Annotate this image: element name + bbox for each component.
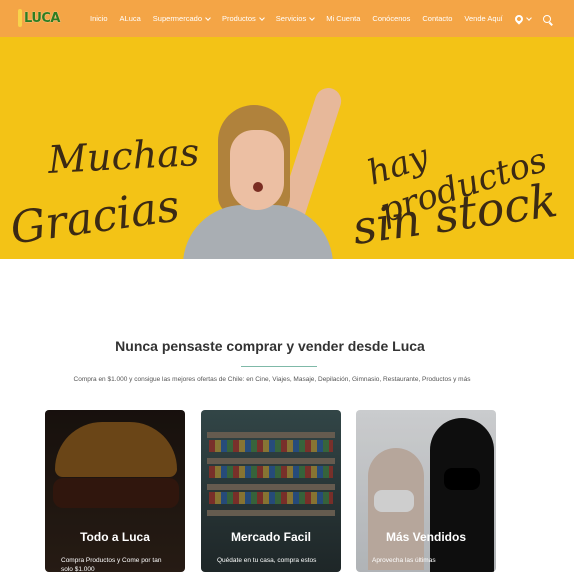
location-menu[interactable] xyxy=(513,12,532,25)
menu-item-servicios[interactable]: Servicios xyxy=(276,14,316,23)
top-navigation: LUCA Inicio ALuca Supermercado Productos… xyxy=(0,0,574,37)
chevron-down-icon xyxy=(205,14,211,21)
hero-banner: Muchas Gracias hay productos sin stock xyxy=(0,37,574,259)
menu-item-contacto[interactable]: Contacto xyxy=(422,14,452,23)
main-menu: Inicio ALuca Supermercado Productos Serv… xyxy=(90,0,563,37)
search-button[interactable] xyxy=(542,14,551,23)
menu-item-vende-aqui[interactable]: Vende Aquí xyxy=(464,14,502,23)
hero-woman-image xyxy=(178,84,348,259)
logo-text: LUCA xyxy=(24,10,60,26)
card-title: Todo a Luca xyxy=(80,530,150,544)
logo[interactable]: LUCA xyxy=(18,8,60,28)
card-mercado-facil[interactable]: Mercado Facil Quédate en tu casa, compra… xyxy=(201,410,341,572)
card-todo-a-luca[interactable]: Todo a Luca Compra Productos y Come por … xyxy=(45,410,185,572)
search-icon xyxy=(542,14,551,23)
card-mas-vendidos[interactable]: Más Vendidos Aprovecha las últimas xyxy=(356,410,496,572)
logo-badge-icon xyxy=(18,9,22,27)
section-title: Nunca pensaste comprar y vender desde Lu… xyxy=(115,338,425,354)
menu-item-conocenos[interactable]: Conócenos xyxy=(372,14,410,23)
section-subtitle: Compra en $1.000 y consigue las mejores … xyxy=(73,376,471,383)
menu-item-supermercado[interactable]: Supermercado xyxy=(153,14,211,23)
chevron-down-icon xyxy=(525,14,532,21)
card-text: Aprovecha las últimas xyxy=(372,557,436,564)
chevron-down-icon xyxy=(309,14,316,21)
card-text: Quédate en tu casa, compra estos xyxy=(217,557,317,564)
section-divider xyxy=(241,366,317,367)
chevron-down-icon xyxy=(258,14,265,21)
card-title: Más Vendidos xyxy=(385,530,467,544)
menu-item-inicio[interactable]: Inicio xyxy=(90,14,108,23)
location-pin-icon xyxy=(513,12,525,25)
card-text: Compra Productos y Come por tan solo $1.… xyxy=(61,557,162,572)
hero-text-muchas: Muchas xyxy=(46,130,201,182)
menu-item-mi-cuenta[interactable]: Mi Cuenta xyxy=(326,14,360,23)
menu-item-productos[interactable]: Productos xyxy=(222,14,265,23)
menu-item-aluca[interactable]: ALuca xyxy=(120,14,141,23)
card-title: Mercado Facil xyxy=(230,530,312,544)
hero-text-gracias: Gracias xyxy=(7,180,183,255)
